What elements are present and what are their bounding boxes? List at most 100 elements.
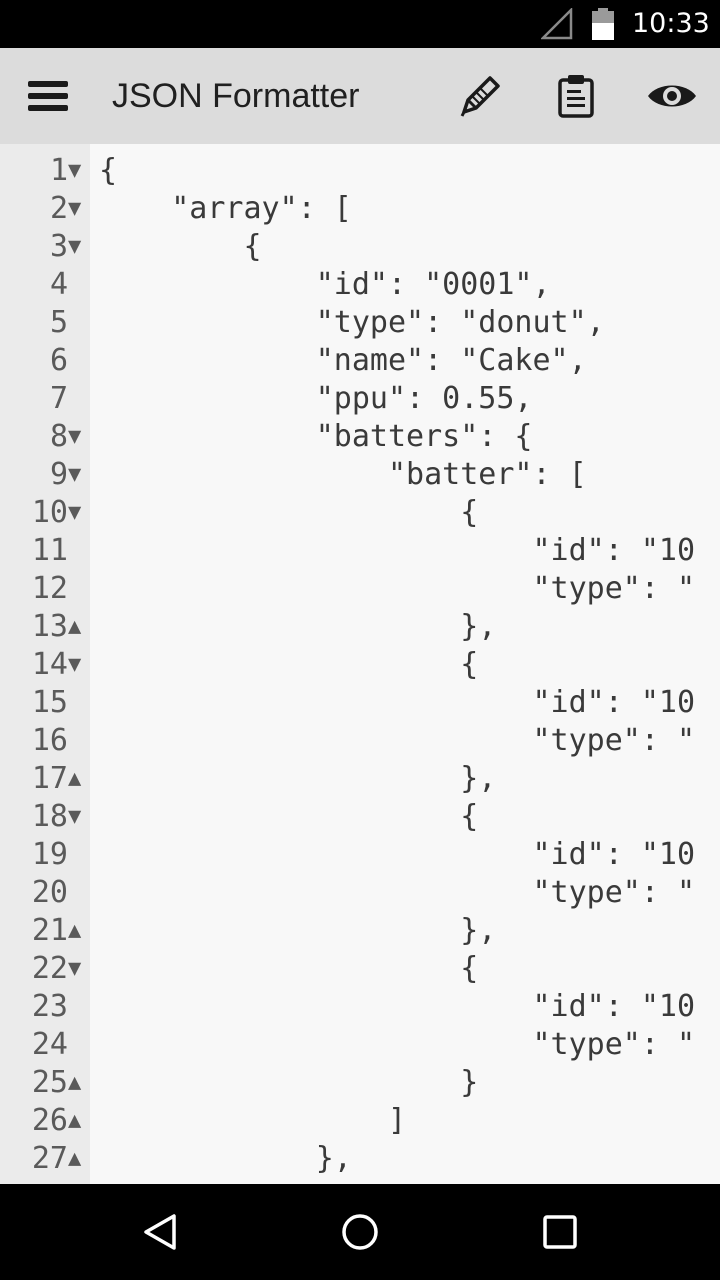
code-line[interactable]: 10 ▼ { — [0, 494, 720, 532]
fold-down-icon[interactable]: ▼ — [68, 646, 90, 684]
code-text: "type": " — [99, 571, 696, 606]
code-line[interactable]: 26 ▲ ] — [0, 1102, 720, 1140]
code-text: "type": " — [99, 875, 696, 910]
fold-down-icon[interactable]: ▼ — [68, 950, 90, 988]
line-number: 1 — [49, 153, 68, 188]
code-text: "id": "10 — [99, 837, 696, 872]
fold-down-icon[interactable]: ▼ — [68, 456, 90, 494]
code-line[interactable]: 25 ▲ } — [0, 1064, 720, 1102]
code-line[interactable]: 2 ▼ "array": [ — [0, 190, 720, 228]
recents-icon — [543, 1215, 577, 1249]
code-text: "ppu": 0.55, — [99, 381, 533, 416]
line-number: 4 — [49, 267, 68, 302]
line-number: 13 — [31, 609, 68, 644]
code-line[interactable]: 16 "type": " — [0, 722, 720, 760]
fold-down-icon[interactable]: ▼ — [68, 152, 90, 190]
fold-up-icon[interactable]: ▲ — [68, 1140, 90, 1178]
battery-icon — [592, 8, 614, 40]
status-bar: 10:33 — [0, 0, 720, 48]
fold-up-icon[interactable]: ▲ — [68, 1102, 90, 1140]
code-text: "id": "10 — [99, 533, 696, 568]
code-line[interactable]: 4 "id": "0001", — [0, 266, 720, 304]
code-line[interactable]: 19 "id": "10 — [0, 836, 720, 874]
code-text: { — [99, 229, 262, 264]
code-line[interactable]: 1 ▼ { — [0, 152, 720, 190]
code-line[interactable]: 14 ▼ { — [0, 646, 720, 684]
code-line[interactable]: 7 "ppu": 0.55, — [0, 380, 720, 418]
code-text: }, — [99, 1141, 352, 1176]
menu-icon — [28, 81, 68, 111]
fold-up-icon[interactable]: ▲ — [68, 760, 90, 798]
code-text: "id": "10 — [99, 685, 696, 720]
edit-button[interactable] — [450, 68, 510, 124]
line-number: 27 — [31, 1141, 68, 1176]
clipboard-button[interactable] — [546, 68, 606, 124]
back-icon — [144, 1214, 176, 1250]
signal-icon — [541, 8, 573, 40]
code-line[interactable]: 24 "type": " — [0, 1026, 720, 1064]
preview-button[interactable] — [642, 68, 702, 124]
app-bar: JSON Formatter — [0, 48, 720, 144]
code-line[interactable]: 20 "type": " — [0, 874, 720, 912]
fold-up-icon[interactable]: ▲ — [68, 608, 90, 646]
code-line[interactable]: 11 "id": "10 — [0, 532, 720, 570]
code-line[interactable]: 9 ▼ "batter": [ — [0, 456, 720, 494]
clipboard-icon — [558, 75, 594, 118]
code-text: { — [99, 153, 118, 188]
code-text: "batter": [ — [99, 457, 587, 492]
line-number: 18 — [31, 799, 68, 834]
line-number: 6 — [49, 343, 68, 378]
code-line[interactable]: 18 ▼ { — [0, 798, 720, 836]
code-text: "id": "10 — [99, 989, 696, 1024]
line-number: 15 — [31, 685, 68, 720]
line-number: 2 — [49, 191, 68, 226]
fold-down-icon[interactable]: ▼ — [68, 418, 90, 456]
fold-down-icon[interactable]: ▼ — [68, 190, 90, 228]
line-number: 19 — [31, 837, 68, 872]
code-line[interactable]: 15 "id": "10 — [0, 684, 720, 722]
code-editor[interactable]: 1 ▼{2 ▼ "array": [3 ▼ {4 "id": "0001", 5 "ty… — [0, 144, 720, 1184]
code-text: "id": "0001", — [99, 267, 551, 302]
code-line[interactable]: 8 ▼ "batters": { — [0, 418, 720, 456]
line-number: 20 — [31, 875, 68, 910]
status-time: 10:33 — [632, 8, 710, 39]
code-text: } — [99, 1065, 479, 1100]
app-title: JSON Formatter — [112, 77, 360, 115]
code-line[interactable]: 6 "name": "Cake", — [0, 342, 720, 380]
code-text: "name": "Cake", — [99, 343, 587, 378]
home-button[interactable] — [320, 1202, 400, 1262]
code-line[interactable]: 13 ▲ }, — [0, 608, 720, 646]
code-line[interactable]: 3 ▼ { — [0, 228, 720, 266]
line-number: 22 — [31, 951, 68, 986]
fold-down-icon[interactable]: ▼ — [68, 228, 90, 266]
code-text: "batters": { — [99, 419, 533, 454]
code-line[interactable]: 27 ▲ }, — [0, 1140, 720, 1178]
line-number: 10 — [31, 495, 68, 530]
recents-button[interactable] — [520, 1202, 600, 1262]
line-number: 16 — [31, 723, 68, 758]
fold-down-icon[interactable]: ▼ — [68, 798, 90, 836]
menu-button[interactable] — [18, 68, 78, 124]
code-text: "type": "donut", — [99, 305, 605, 340]
fold-down-icon[interactable]: ▼ — [68, 494, 90, 532]
code-line[interactable]: 17 ▲ }, — [0, 760, 720, 798]
code-text: { — [99, 799, 479, 834]
line-number: 24 — [31, 1027, 68, 1062]
line-number: 14 — [31, 647, 68, 682]
line-number: 11 — [31, 533, 68, 568]
code-line[interactable]: 21 ▲ }, — [0, 912, 720, 950]
line-number: 26 — [31, 1103, 68, 1138]
code-line[interactable]: 12 "type": " — [0, 570, 720, 608]
code-text: { — [99, 495, 479, 530]
back-button[interactable] — [120, 1202, 200, 1262]
line-number: 7 — [49, 381, 68, 416]
line-number: 9 — [49, 457, 68, 492]
code-line[interactable]: 23 "id": "10 — [0, 988, 720, 1026]
code-text: "type": " — [99, 723, 696, 758]
code-line[interactable]: 22 ▼ { — [0, 950, 720, 988]
code-text: }, — [99, 609, 497, 644]
code-line[interactable]: 5 "type": "donut", — [0, 304, 720, 342]
fold-up-icon[interactable]: ▲ — [68, 912, 90, 950]
code-text: }, — [99, 913, 497, 948]
fold-up-icon[interactable]: ▲ — [68, 1064, 90, 1102]
